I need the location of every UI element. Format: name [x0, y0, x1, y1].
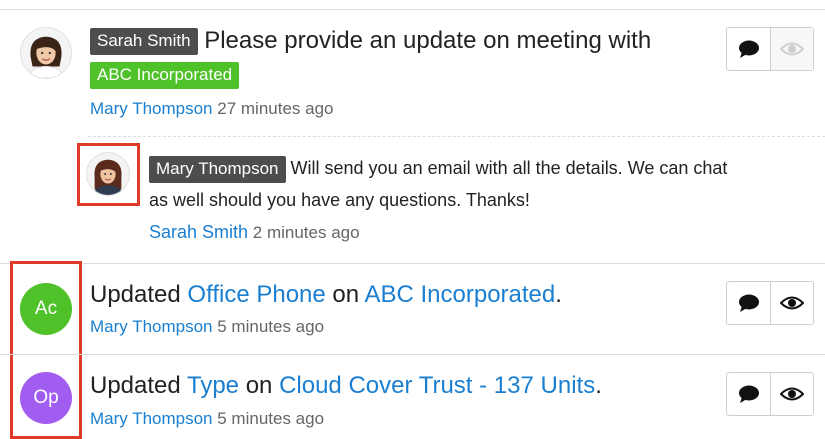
post3-actions — [726, 372, 814, 416]
reply-text-2: as well should you have any questions. T… — [149, 190, 530, 210]
reply-separator — [88, 136, 825, 137]
post3-meta-time: 5 minutes ago — [217, 409, 325, 428]
post2-actions — [726, 281, 814, 325]
post2-connector: on — [332, 281, 360, 308]
reply-text-1: Will send you an email with all the deta… — [290, 158, 728, 178]
post1-meta-user-link[interactable]: Mary Thompson — [90, 99, 213, 118]
post1-meta-time: 27 minutes ago — [217, 99, 334, 118]
post3-record-link[interactable]: Cloud Cover Trust - 137 Units — [279, 372, 595, 399]
top-divider — [0, 9, 825, 10]
post3-suffix: . — [595, 372, 602, 399]
comment-icon — [738, 385, 759, 403]
comment-button[interactable] — [727, 373, 770, 415]
post3-meta: Mary Thompson 5 minutes ago — [90, 409, 324, 429]
avatar-mary-thompson[interactable] — [86, 152, 130, 196]
eye-icon — [780, 387, 804, 401]
comment-icon — [738, 40, 759, 58]
post2-meta-user-link[interactable]: Mary Thompson — [90, 317, 213, 336]
post1-meta: Mary Thompson 27 minutes ago — [90, 99, 334, 119]
follow-button[interactable] — [770, 28, 813, 70]
post3-connector: on — [245, 372, 273, 399]
post1-message: Please provide an update on meeting with — [204, 27, 652, 54]
divider-3 — [0, 354, 825, 355]
reply-line1: Mary Thompson Will send you an email wit… — [149, 152, 727, 185]
avatar-initials-op-text: Op — [33, 387, 59, 408]
comment-button[interactable] — [727, 28, 770, 70]
avatar-initials-ac-text: Ac — [34, 298, 58, 319]
post2-field-link[interactable]: Office Phone — [187, 281, 325, 308]
record-tag[interactable]: ABC Incorporated — [90, 62, 240, 89]
post3-title: Updated Type on Cloud Cover Trust - 137 … — [90, 372, 602, 400]
post2-title: Updated Office Phone on ABC Incorporated… — [90, 281, 562, 309]
eye-icon — [780, 296, 804, 310]
post1-record-line: ABC Incorporated — [90, 62, 240, 89]
reply-meta-time: 2 minutes ago — [252, 223, 360, 242]
post2-meta-time: 5 minutes ago — [217, 317, 325, 336]
post3-meta-user-link[interactable]: Mary Thompson — [90, 409, 213, 428]
follow-button[interactable] — [770, 373, 813, 415]
divider-2 — [0, 263, 825, 264]
avatar-initials-op[interactable]: Op — [20, 372, 72, 424]
post2-suffix: . — [555, 281, 562, 308]
post3-prefix: Updated — [90, 372, 181, 399]
avatar-initials-ac[interactable]: Ac — [20, 283, 72, 335]
eye-icon — [780, 42, 804, 56]
comment-button[interactable] — [727, 282, 770, 324]
post1-actions — [726, 27, 814, 71]
avatar-sarah-smith[interactable] — [20, 27, 72, 79]
reply-meta-user-link[interactable]: Sarah Smith — [149, 222, 248, 242]
reply-line2: as well should you have any questions. T… — [149, 184, 530, 217]
post3-field-link[interactable]: Type — [187, 372, 239, 399]
author-tag[interactable]: Sarah Smith — [90, 28, 198, 56]
follow-button[interactable] — [770, 282, 813, 324]
post2-prefix: Updated — [90, 281, 181, 308]
post2-meta: Mary Thompson 5 minutes ago — [90, 317, 324, 337]
post1-title: Sarah Smith Please provide an update on … — [90, 27, 652, 56]
reply-author-tag[interactable]: Mary Thompson — [149, 155, 286, 183]
reply-meta: Sarah Smith 2 minutes ago — [149, 222, 360, 243]
post2-record-link[interactable]: ABC Incorporated — [364, 281, 555, 308]
comment-icon — [738, 294, 759, 312]
